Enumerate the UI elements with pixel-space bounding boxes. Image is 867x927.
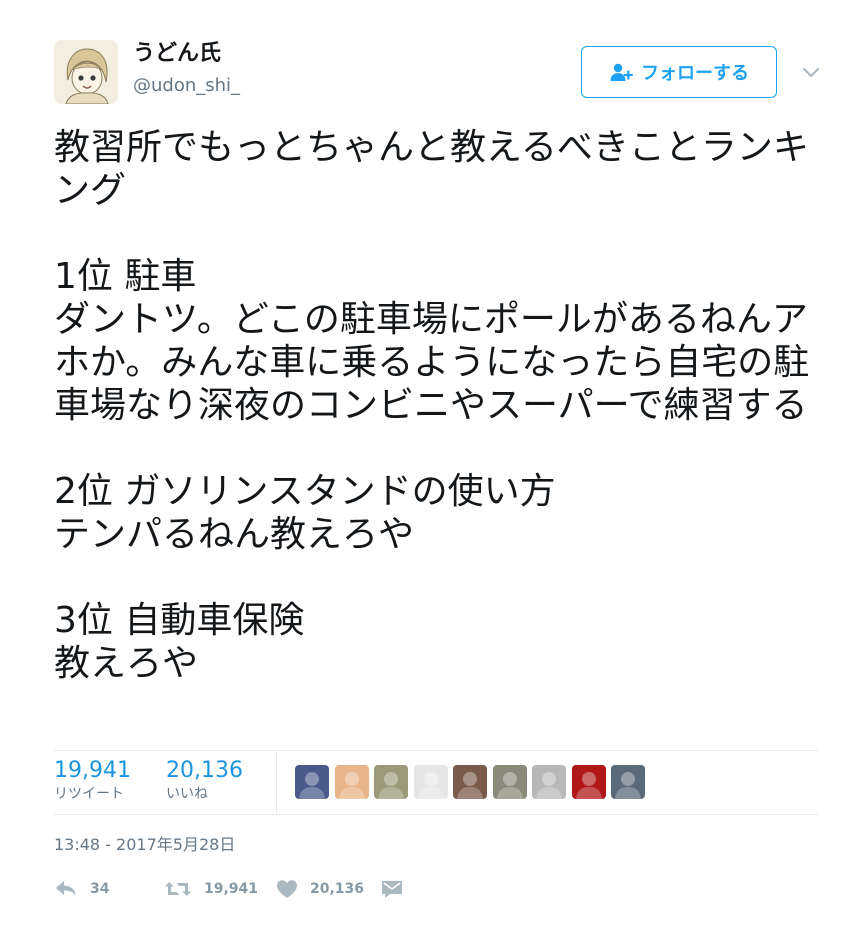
tweet-text: 教習所でもっとちゃんと教えるべきことランキング 1位 駐車 ダントツ。どこの駐車…	[54, 127, 810, 684]
divider-bottom	[54, 814, 818, 815]
display-name[interactable]: うどん氏	[133, 40, 221, 68]
tweet-card: うどん氏 @udon_shi_ フォローする 教習所でもっとちゃんと教えるべきこ…	[0, 0, 867, 927]
retweet-label: リツイート	[54, 786, 124, 802]
liker-avatar-2[interactable]	[335, 765, 369, 799]
tweet-menu-button[interactable]	[801, 62, 821, 82]
stats-row: 19,941 リツイート 20,136 いいね	[54, 752, 818, 814]
retweet-action[interactable]: 19,941	[164, 874, 258, 904]
direct-message-action[interactable]	[380, 874, 404, 904]
direct-message-icon	[382, 881, 402, 898]
anime-avatar-icon	[54, 40, 118, 104]
liker-avatar-8[interactable]	[572, 765, 606, 799]
reply-icon	[56, 881, 76, 896]
follow-button[interactable]: フォローする	[581, 46, 777, 98]
liker-avatar-9[interactable]	[611, 765, 645, 799]
liker-avatar-4[interactable]	[414, 765, 448, 799]
liker-avatar-5[interactable]	[453, 765, 487, 799]
liker-avatar-1[interactable]	[295, 765, 329, 799]
retweet-icon	[165, 882, 191, 896]
reply-action[interactable]: 34	[54, 874, 109, 904]
like-stat[interactable]: 20,136 いいね	[166, 758, 243, 804]
action-bar: 34 19,941 20,136	[54, 874, 454, 904]
add-user-icon	[610, 63, 633, 81]
heart-icon	[277, 880, 297, 898]
tweet-timestamp[interactable]: 13:48 - 2017年5月28日	[54, 834, 235, 856]
user-handle[interactable]: @udon_shi_	[133, 74, 240, 98]
retweet-stat[interactable]: 19,941 リツイート	[54, 758, 131, 804]
chevron-down-icon	[803, 68, 819, 77]
like-count: 20,136	[166, 758, 243, 783]
liker-avatar-3[interactable]	[374, 765, 408, 799]
like-action-count: 20,136	[310, 881, 365, 897]
like-action[interactable]: 20,136	[276, 874, 364, 904]
liker-avatar-6[interactable]	[493, 765, 527, 799]
liker-avatar-7[interactable]	[532, 765, 566, 799]
follow-button-label: フォローする	[641, 63, 749, 84]
reply-count: 34	[90, 881, 110, 897]
retweet-action-count: 19,941	[204, 881, 259, 897]
stats-separator	[276, 752, 277, 814]
like-label: いいね	[166, 786, 208, 802]
retweet-count: 19,941	[54, 758, 131, 783]
user-avatar[interactable]	[54, 40, 118, 104]
divider-top	[54, 750, 818, 751]
